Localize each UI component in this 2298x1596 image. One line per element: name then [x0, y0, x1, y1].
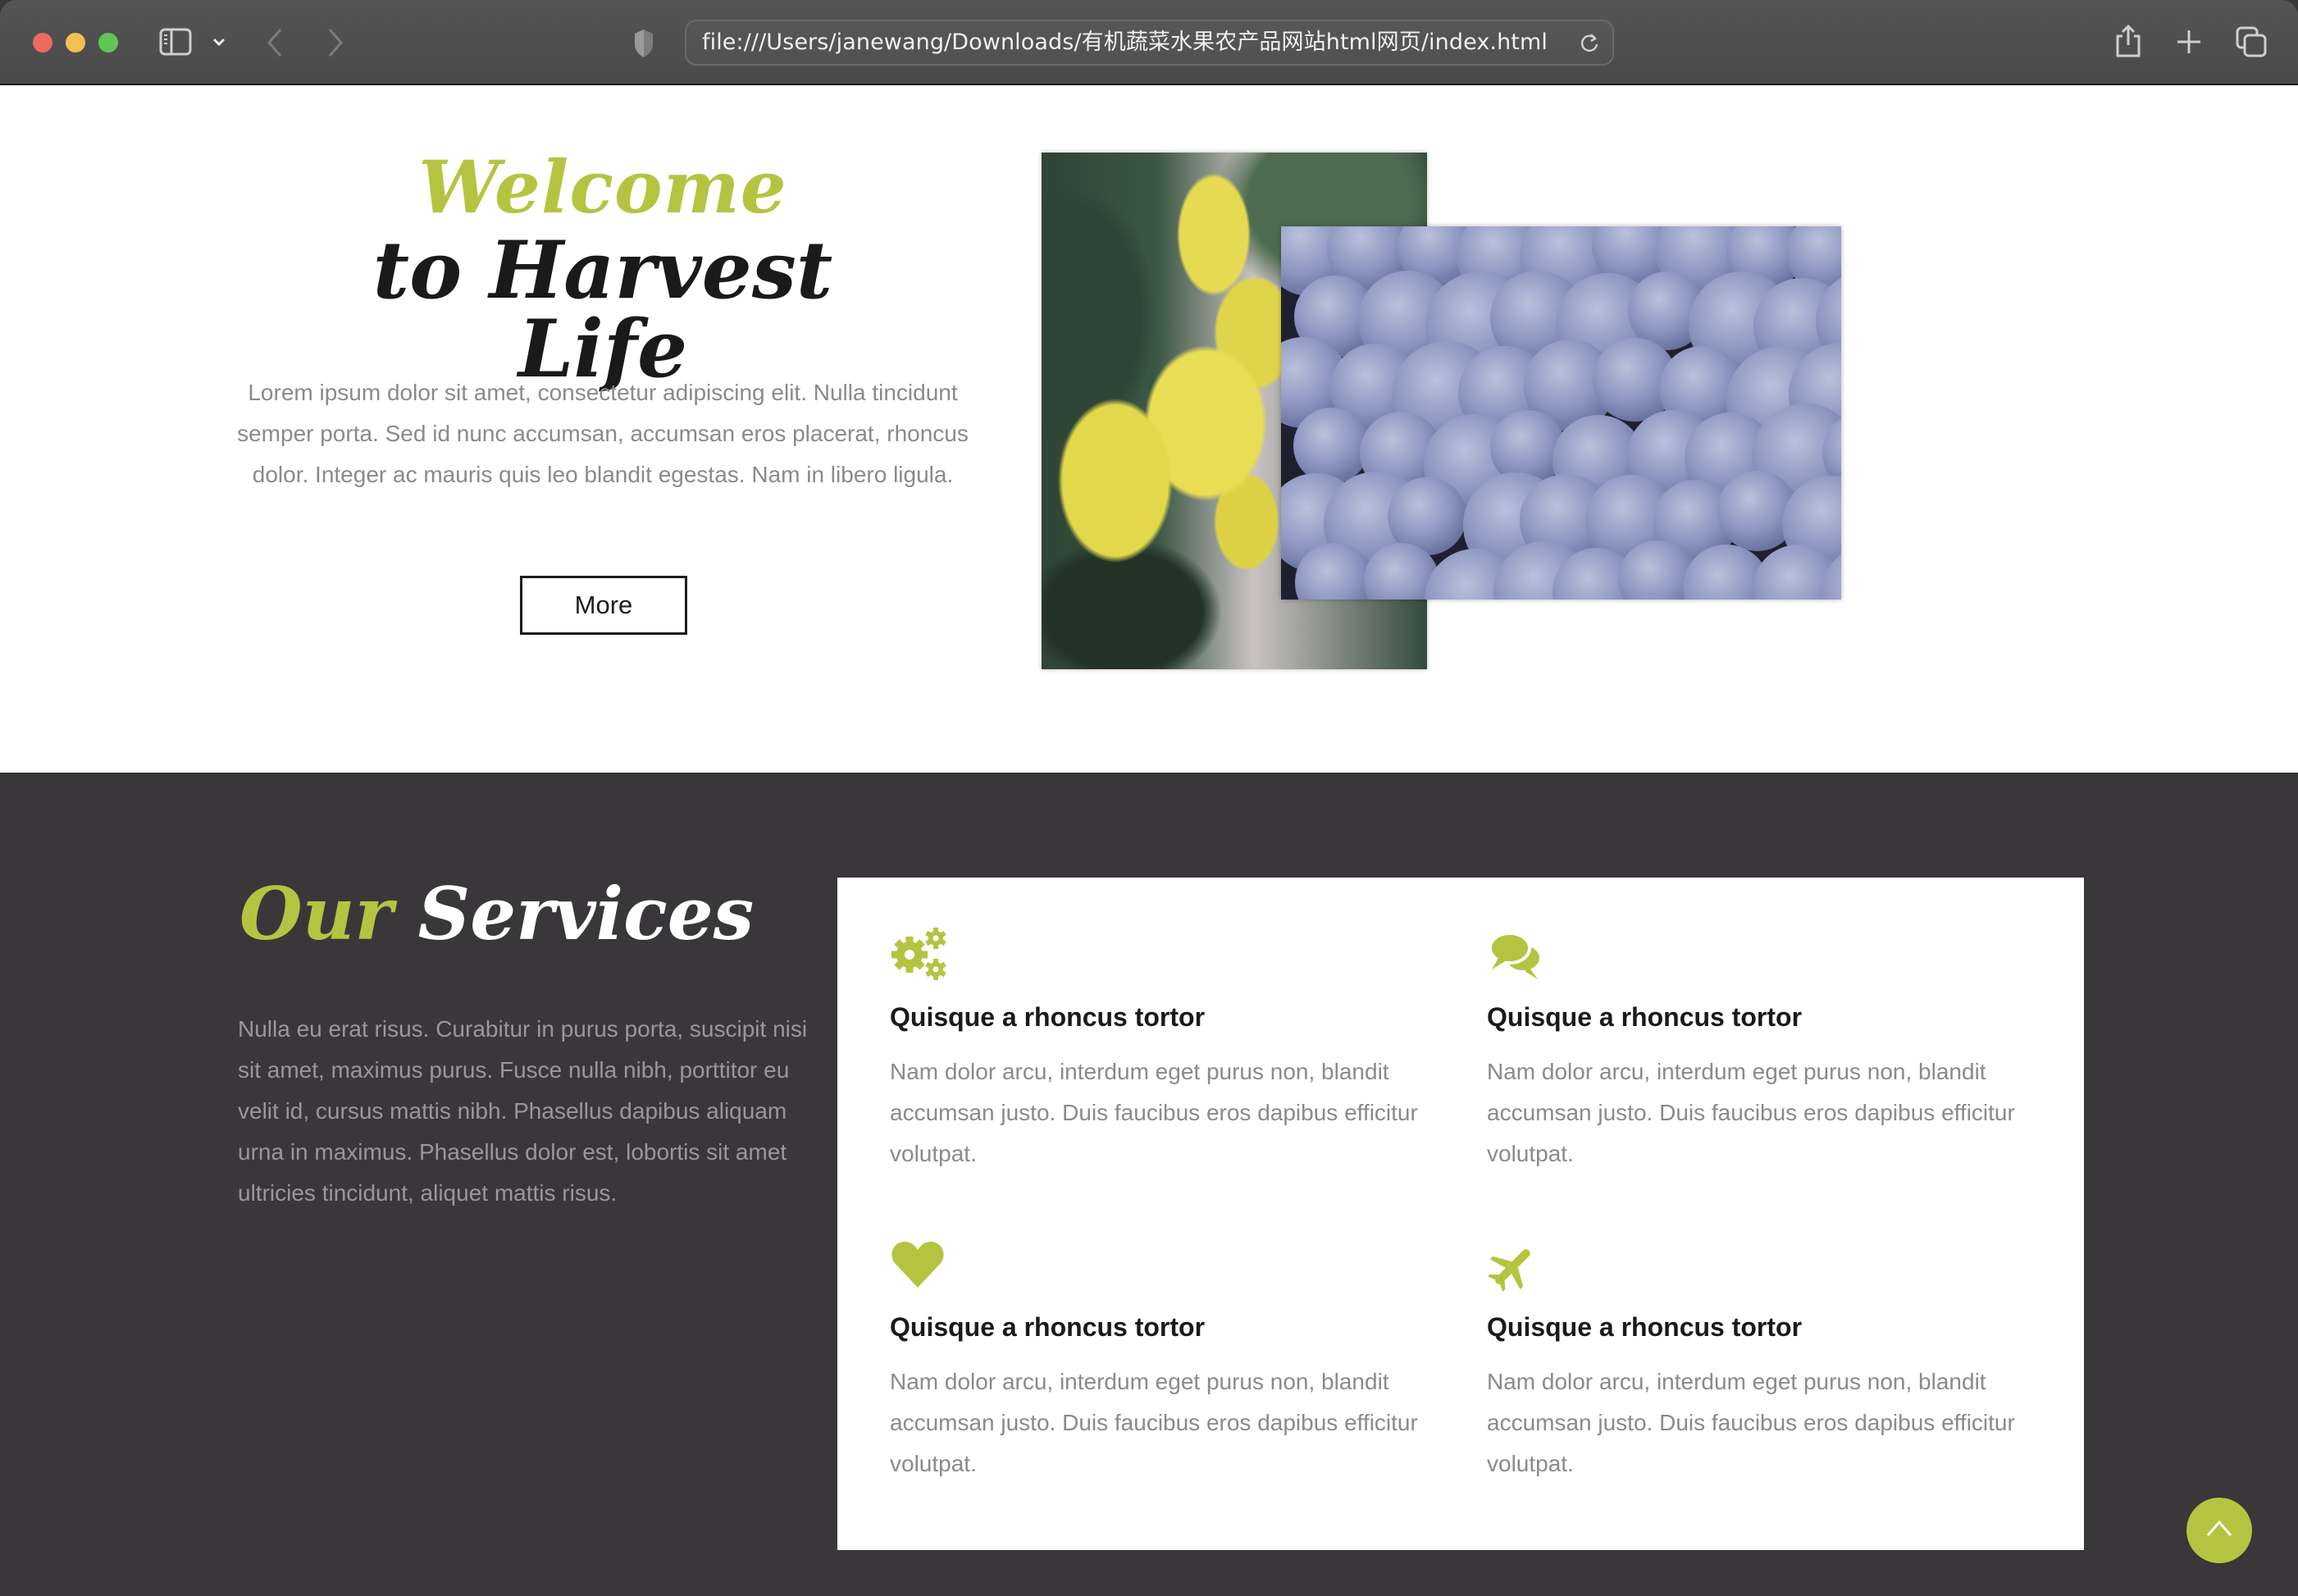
tab-overview-icon[interactable]	[2236, 26, 2267, 57]
services-title-accent: Our	[239, 871, 393, 956]
service-item: Quisque a rhoncus tortor Nam dolor arcu,…	[890, 925, 1448, 1174]
services-paragraph: Nulla eu erat risus. Curabitur in purus …	[238, 1016, 808, 1206]
hero-paragraph: Lorem ipsum dolor sit amet, consectetur …	[237, 380, 969, 487]
chevron-down-icon[interactable]	[210, 30, 228, 54]
service-title: Quisque a rhoncus tortor	[1487, 1002, 1803, 1032]
hero-title: to Harvest Life	[372, 224, 833, 395]
reload-icon[interactable]	[1578, 31, 1601, 54]
service-title: Quisque a rhoncus tortor	[1487, 1312, 1803, 1342]
comments-icon	[1489, 932, 1543, 979]
services-title: Our Services	[239, 878, 754, 950]
hero-title-accent: Welcome	[418, 144, 787, 230]
services-section: Our Services Nulla eu erat risus. Curabi…	[0, 773, 2298, 1596]
forward-icon[interactable]	[325, 26, 346, 59]
address-bar[interactable]: file:///Users/janewang/Downloads/有机蔬菜水果农…	[685, 20, 1614, 66]
service-title: Quisque a rhoncus tortor	[890, 1002, 1206, 1032]
url-text[interactable]: file:///Users/janewang/Downloads/有机蔬菜水果农…	[686, 21, 1563, 64]
zoom-window-button[interactable]	[98, 33, 118, 52]
services-title-main: Services	[417, 871, 755, 956]
browser-toolbar: file:///Users/janewang/Downloads/有机蔬菜水果农…	[0, 0, 2298, 85]
services-card: Quisque a rhoncus tortor Nam dolor arcu,…	[837, 878, 2084, 1550]
plane-icon	[1488, 1249, 1530, 1292]
service-text: Nam dolor arcu, interdum eget purus non,…	[1487, 1059, 2015, 1166]
more-button[interactable]: More	[520, 576, 687, 635]
blueberries-image	[1281, 226, 1841, 600]
back-icon[interactable]	[264, 26, 285, 59]
new-tab-icon[interactable]	[2177, 28, 2201, 56]
service-item: Quisque a rhoncus tortor Nam dolor arcu,…	[890, 1235, 1448, 1484]
service-text: Nam dolor arcu, interdum eget purus non,…	[1487, 1369, 2015, 1476]
gears-icon	[891, 928, 946, 980]
service-text: Nam dolor arcu, interdum eget purus non,…	[890, 1059, 1418, 1166]
hero-section: Welcome to Harvest Life Lorem ipsum dolo…	[0, 85, 2298, 773]
blueberry-shape	[1293, 408, 1370, 485]
service-item: Quisque a rhoncus tortor Nam dolor arcu,…	[1487, 1235, 2045, 1484]
share-icon[interactable]	[2114, 23, 2142, 59]
close-window-button[interactable]	[33, 33, 52, 52]
service-text: Nam dolor arcu, interdum eget purus non,…	[890, 1369, 1418, 1476]
heart-icon	[891, 1242, 944, 1288]
scroll-to-top-button[interactable]	[2186, 1498, 2252, 1563]
service-title: Quisque a rhoncus tortor	[890, 1312, 1206, 1342]
chevron-up-icon	[2206, 1520, 2232, 1536]
shield-icon[interactable]	[633, 26, 654, 59]
service-item: Quisque a rhoncus tortor Nam dolor arcu,…	[1487, 925, 2045, 1174]
minimize-window-button[interactable]	[66, 33, 85, 52]
sidebar-icon[interactable]	[159, 28, 192, 56]
